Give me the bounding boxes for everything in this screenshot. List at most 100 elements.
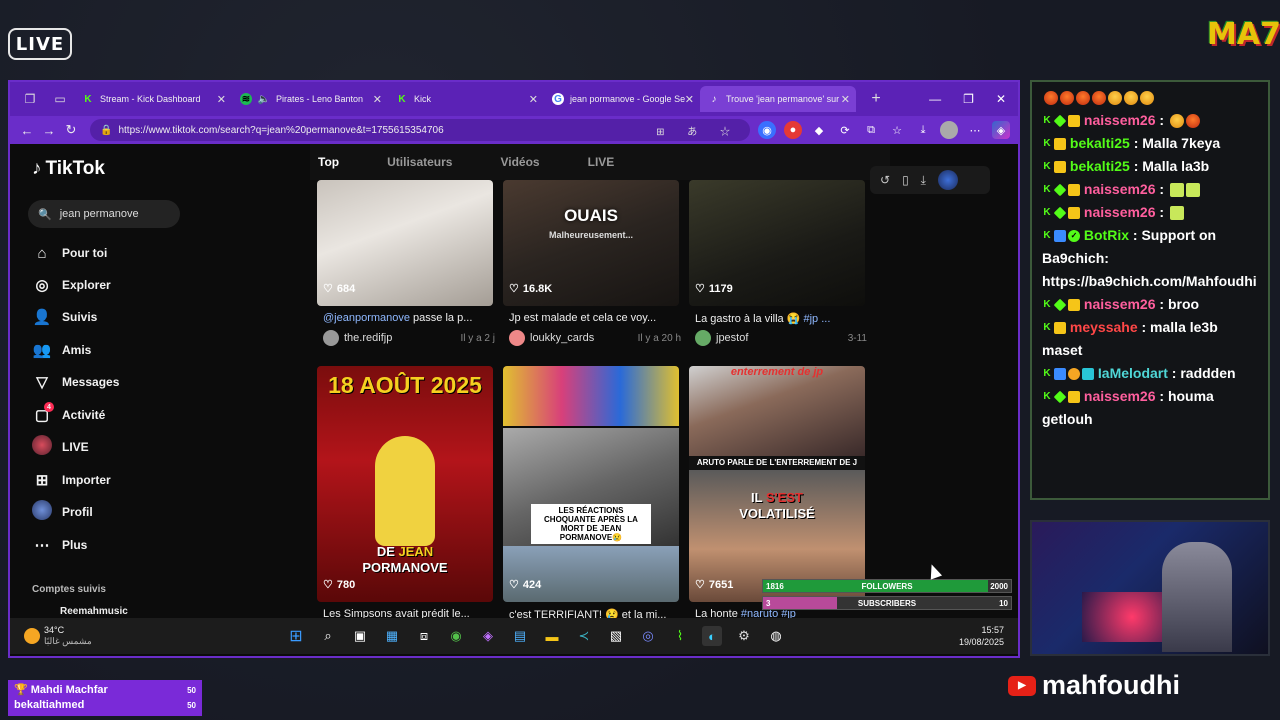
close-tab-icon[interactable]: ✕ bbox=[685, 93, 694, 106]
download-icon[interactable]: ⤓ bbox=[921, 173, 926, 188]
app-icon[interactable]: ⧈ bbox=[414, 626, 434, 646]
extension-icon[interactable]: ● bbox=[784, 121, 802, 139]
nav-messages[interactable]: ▽ Messages bbox=[32, 371, 119, 393]
favorites-icon[interactable]: ☆ bbox=[888, 121, 906, 139]
chat-username[interactable]: BotRix bbox=[1084, 227, 1129, 243]
nav-live[interactable]: LIVE bbox=[32, 435, 89, 458]
close-tab-icon[interactable]: ✕ bbox=[841, 93, 850, 106]
live-logo: LIVE bbox=[8, 28, 72, 60]
nav-profil[interactable]: Profil bbox=[32, 500, 93, 523]
url-actions-icon[interactable]: ⊞ あ ☆ bbox=[656, 123, 740, 138]
windows-start-icon[interactable]: ⊞ bbox=[286, 626, 306, 646]
account-avatar[interactable] bbox=[937, 170, 958, 190]
kick-app-icon[interactable]: ⌇ bbox=[670, 626, 690, 646]
tiktok-logo[interactable]: ♪ TikTok bbox=[32, 158, 105, 180]
video-card[interactable]: ♡ 1179 bbox=[689, 180, 865, 306]
chat-username[interactable]: naissem26 bbox=[1084, 296, 1156, 312]
close-tab-icon[interactable]: ✕ bbox=[373, 93, 382, 106]
video-card[interactable]: ♡ 684 bbox=[317, 180, 493, 306]
like-count: ♡ 424 bbox=[509, 578, 542, 592]
nav-amis[interactable]: 👥 Amis bbox=[32, 339, 92, 361]
mute-icon[interactable]: 🔈 bbox=[258, 93, 270, 105]
chat-username[interactable]: naissem26 bbox=[1084, 388, 1156, 404]
phone-icon[interactable]: ▯ bbox=[902, 173, 909, 187]
tab-utilisateurs[interactable]: Utilisateurs bbox=[387, 155, 452, 169]
search-input[interactable]: 🔍 jean permanove bbox=[28, 200, 180, 228]
nav-pour-toi[interactable]: ⌂ Pour toi bbox=[32, 242, 107, 264]
video-thumbnail bbox=[689, 366, 865, 456]
tab-actions-icon[interactable]: ▭ bbox=[50, 89, 70, 109]
folder-icon[interactable]: ▬ bbox=[542, 626, 562, 646]
xbox-icon[interactable]: ◉ bbox=[446, 626, 466, 646]
forward-icon[interactable]: → bbox=[38, 123, 60, 138]
tiktok-icon: ♪ bbox=[711, 93, 717, 105]
back-icon[interactable]: ← bbox=[16, 123, 38, 138]
chat-username[interactable]: naissem26 bbox=[1084, 181, 1156, 197]
chat-badge-icon bbox=[1054, 322, 1066, 335]
video-card[interactable]: OUAIS Malheureusement... ♡ 16.8K bbox=[503, 180, 679, 306]
chat-username[interactable]: meyssahe bbox=[1070, 319, 1138, 335]
nav-explorer[interactable]: ◎ Explorer bbox=[32, 274, 110, 296]
video-caption[interactable]: @jeanpormanove passe la p... bbox=[323, 312, 495, 324]
address-bar: ← → ↻ 🔒 https://www.tiktok.com/search?q=… bbox=[10, 116, 1018, 144]
edge-icon[interactable]: ◐ bbox=[702, 626, 722, 646]
close-tab-icon[interactable]: ✕ bbox=[217, 93, 226, 106]
new-tab-icon[interactable]: + bbox=[866, 89, 886, 109]
restore-icon[interactable]: ❐ bbox=[963, 92, 974, 106]
chat-username[interactable]: naissem26 bbox=[1084, 204, 1156, 220]
followers-goal: 1816 FOLLOWERS 2000 bbox=[762, 579, 1012, 593]
chat-username[interactable]: bekalti25 bbox=[1070, 158, 1130, 174]
split-icon[interactable]: ⧉ bbox=[862, 121, 880, 139]
workspaces-icon[interactable]: ❐ bbox=[20, 89, 40, 109]
extensions-icon[interactable]: ⟳ bbox=[836, 121, 854, 139]
chat-username[interactable]: IaMelodart bbox=[1098, 365, 1168, 381]
tab-spotify[interactable]: ≋ 🔈 Pirates - Leno Banton ✕ bbox=[232, 86, 388, 112]
copilot-icon[interactable]: ◈ bbox=[478, 626, 498, 646]
nav-activite[interactable]: ▢ 4 Activité bbox=[32, 402, 105, 426]
tab-kick-dashboard[interactable]: K Stream - Kick Dashboard ✕ bbox=[74, 86, 232, 112]
url-input[interactable]: 🔒 https://www.tiktok.com/search?q=jean%2… bbox=[90, 119, 750, 141]
profile-avatar[interactable] bbox=[940, 121, 958, 139]
video-card[interactable]: 18 AOÛT 2025 DE JEAN PORMANOVE ♡ 780 bbox=[317, 366, 493, 602]
video-card[interactable]: enterrement de jp ARUTO PARLE DE L'ENTER… bbox=[689, 366, 865, 602]
weather-widget[interactable]: 34°C مشمس غالبًا bbox=[24, 625, 92, 647]
followed-account[interactable]: Reemahmusic bbox=[60, 606, 128, 617]
task-view-icon[interactable]: ▣ bbox=[350, 626, 370, 646]
minimize-icon[interactable]: — bbox=[929, 92, 941, 106]
tab-top[interactable]: Top bbox=[318, 155, 339, 169]
store-icon[interactable]: ▤ bbox=[510, 626, 530, 646]
download-icon[interactable]: ⤓ bbox=[914, 121, 932, 139]
tab-google[interactable]: G jean pormanove - Google Se ✕ bbox=[544, 86, 700, 112]
chat-badge-icon bbox=[1082, 368, 1094, 381]
editor-icon[interactable]: ▧ bbox=[606, 626, 626, 646]
widgets-icon[interactable]: ▦ bbox=[382, 626, 402, 646]
settings-icon[interactable]: ⚙ bbox=[734, 626, 754, 646]
history-icon[interactable]: ↺ bbox=[880, 173, 890, 187]
nav-suivis[interactable]: 👤 Suivis bbox=[32, 306, 98, 328]
close-window-icon[interactable]: ✕ bbox=[996, 92, 1006, 106]
tab-live[interactable]: LIVE bbox=[588, 155, 615, 169]
video-caption[interactable]: Jp est malade et cela ce voy... bbox=[509, 312, 681, 324]
nav-plus[interactable]: ⋯ Plus bbox=[32, 534, 88, 556]
video-caption[interactable]: La gastro à la villa 😭 #jp ... bbox=[695, 312, 867, 325]
discord-icon[interactable]: ◎ bbox=[638, 626, 658, 646]
chat-username[interactable]: bekalti25 bbox=[1070, 135, 1130, 151]
extension-icon[interactable]: ◆ bbox=[810, 121, 828, 139]
copilot-icon[interactable]: ◈ bbox=[992, 121, 1010, 139]
search-icon[interactable]: ⌕ bbox=[318, 626, 338, 646]
close-tab-icon[interactable]: ✕ bbox=[529, 93, 538, 106]
search-tabs: Top Utilisateurs Vidéos LIVE bbox=[310, 144, 890, 180]
clock[interactable]: 15:57 19/08/2025 bbox=[959, 624, 1004, 648]
tab-tiktok[interactable]: ♪ Trouve 'jean permanove' sur ✕ bbox=[700, 86, 856, 112]
reload-icon[interactable]: ↻ bbox=[60, 122, 82, 138]
heart-icon: ♡ bbox=[509, 579, 519, 591]
tab-kick[interactable]: K Kick ✕ bbox=[388, 86, 544, 112]
nav-importer[interactable]: ⊞ Importer bbox=[32, 469, 111, 491]
menu-icon[interactable]: ⋯ bbox=[966, 121, 984, 139]
extension-icon[interactable]: ◉ bbox=[758, 121, 776, 139]
obs-icon[interactable]: ◍ bbox=[766, 626, 786, 646]
tab-videos[interactable]: Vidéos bbox=[500, 155, 539, 169]
chat-username[interactable]: naissem26 bbox=[1084, 112, 1156, 128]
video-card[interactable]: LES RÉACTIONS CHOQUANTE APRÈS LA MORT DE… bbox=[503, 366, 679, 602]
vscode-icon[interactable]: ≺ bbox=[574, 626, 594, 646]
